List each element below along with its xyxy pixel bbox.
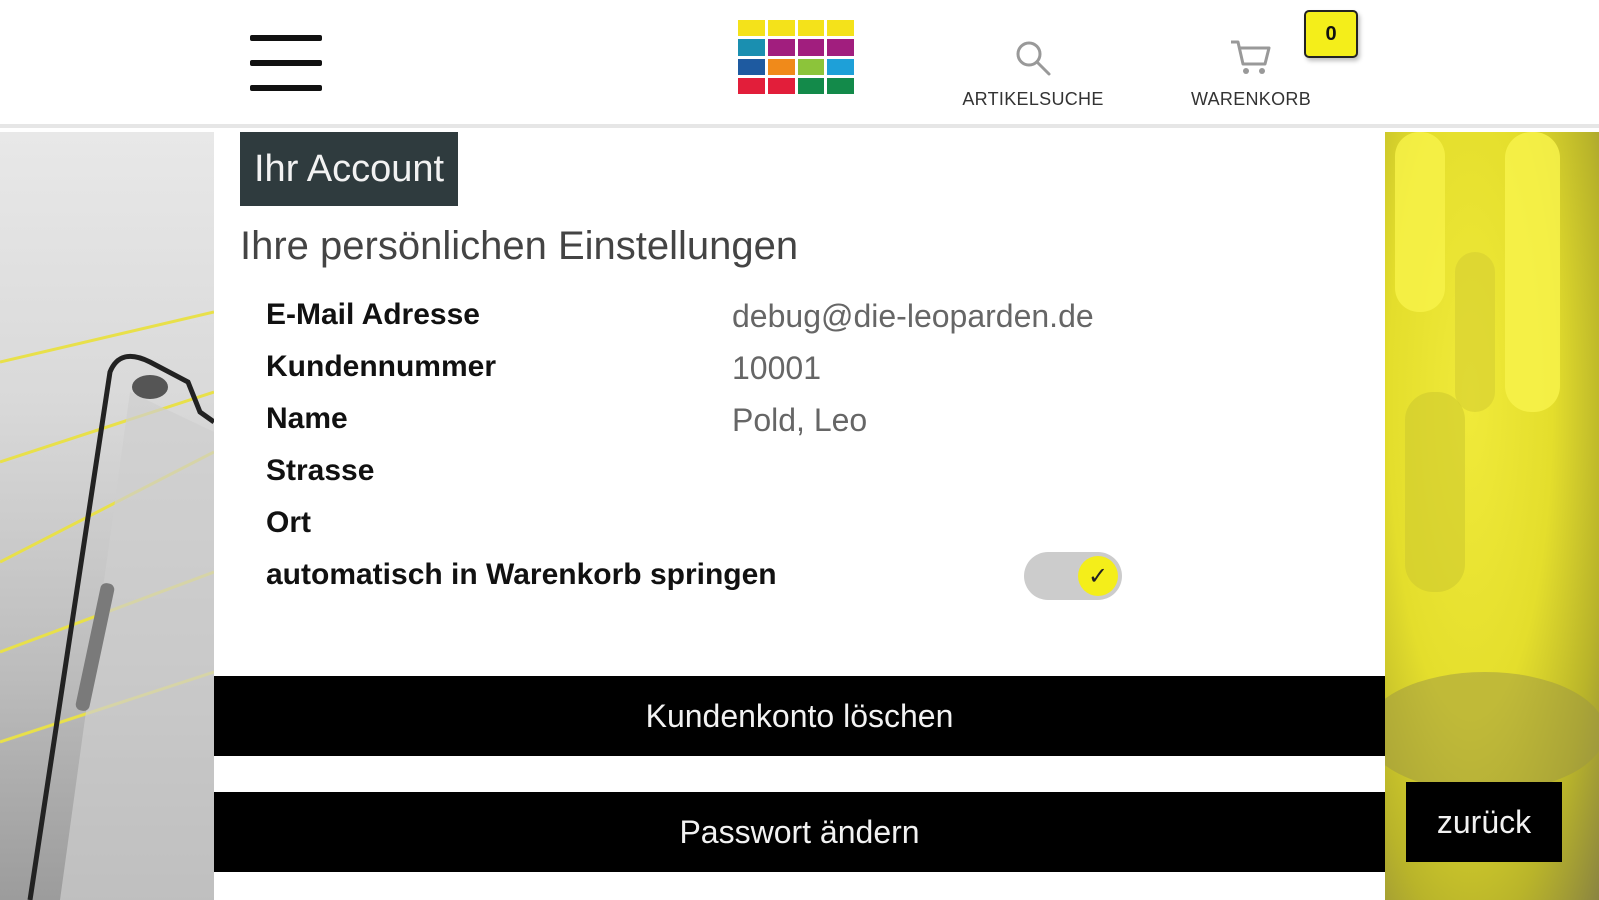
- logo-tile: [797, 39, 825, 56]
- toggle-label: automatisch in Warenkorb springen: [266, 558, 777, 591]
- logo-tile: [827, 20, 854, 37]
- field-value: debug@die-leoparden.de: [732, 298, 1094, 334]
- left-background-image: [0, 132, 214, 900]
- field-customer-number: Kundennummer 10001: [266, 344, 1346, 396]
- field-value: 10001: [732, 350, 821, 386]
- logo-tile: [738, 58, 765, 75]
- field-label: Ort: [266, 506, 311, 539]
- search-label: ARTIKELSUCHE: [962, 89, 1104, 109]
- field-label: Kundennummer: [266, 350, 497, 383]
- logo-tile: [767, 39, 795, 56]
- hamburger-menu-icon[interactable]: [250, 35, 322, 91]
- cart-label: WARENKORB: [1190, 89, 1312, 109]
- logo-tile: [738, 77, 765, 94]
- account-tag: Ihr Account: [240, 132, 459, 206]
- logo-tile: [797, 77, 825, 94]
- logo-tile: [738, 39, 765, 56]
- logo-tile: [797, 20, 825, 37]
- check-icon: ✓: [1078, 556, 1118, 596]
- logo-tile: [767, 20, 795, 37]
- field-auto-cart: automatisch in Warenkorb springen ✓: [266, 552, 1346, 604]
- field-name: Name Pold, Leo: [266, 396, 1346, 448]
- field-value: Pold, Leo: [732, 402, 868, 438]
- delete-account-button[interactable]: Kundenkonto löschen: [214, 676, 1385, 756]
- field-city: Ort: [266, 500, 1346, 552]
- auto-cart-toggle[interactable]: ✓: [1024, 552, 1122, 600]
- logo-tile: [797, 58, 825, 75]
- logo-tile: [827, 58, 854, 75]
- field-label: Strasse: [266, 454, 375, 487]
- field-street: Strasse: [266, 448, 1346, 500]
- logo-tile: [827, 77, 854, 94]
- cart-button[interactable]: WARENKORB: [1178, 38, 1324, 110]
- cart-icon: [1231, 40, 1271, 74]
- field-label: E-Mail Adresse: [266, 298, 480, 331]
- change-password-button[interactable]: Passwort ändern: [214, 792, 1385, 872]
- cart-count-badge[interactable]: 0: [1304, 10, 1358, 58]
- logo-tile: [738, 20, 765, 37]
- search-icon: [1016, 41, 1051, 76]
- settings-heading: Ihre persönlichen Einstellungen: [240, 224, 799, 268]
- back-button[interactable]: zurück: [1406, 782, 1562, 862]
- search-button[interactable]: ARTIKELSUCHE: [950, 38, 1116, 110]
- brand-logo[interactable]: [738, 20, 854, 94]
- field-email: E-Mail Adresse debug@die-leoparden.de: [266, 292, 1346, 344]
- logo-tile: [767, 58, 795, 75]
- account-panel: Ihr Account Ihre persönlichen Einstellun…: [214, 132, 1385, 900]
- logo-tile: [767, 77, 795, 94]
- field-label: Name: [266, 402, 348, 435]
- site-header: ARTIKELSUCHE WARENKORB 0: [0, 0, 1599, 128]
- logo-tile: [827, 39, 854, 56]
